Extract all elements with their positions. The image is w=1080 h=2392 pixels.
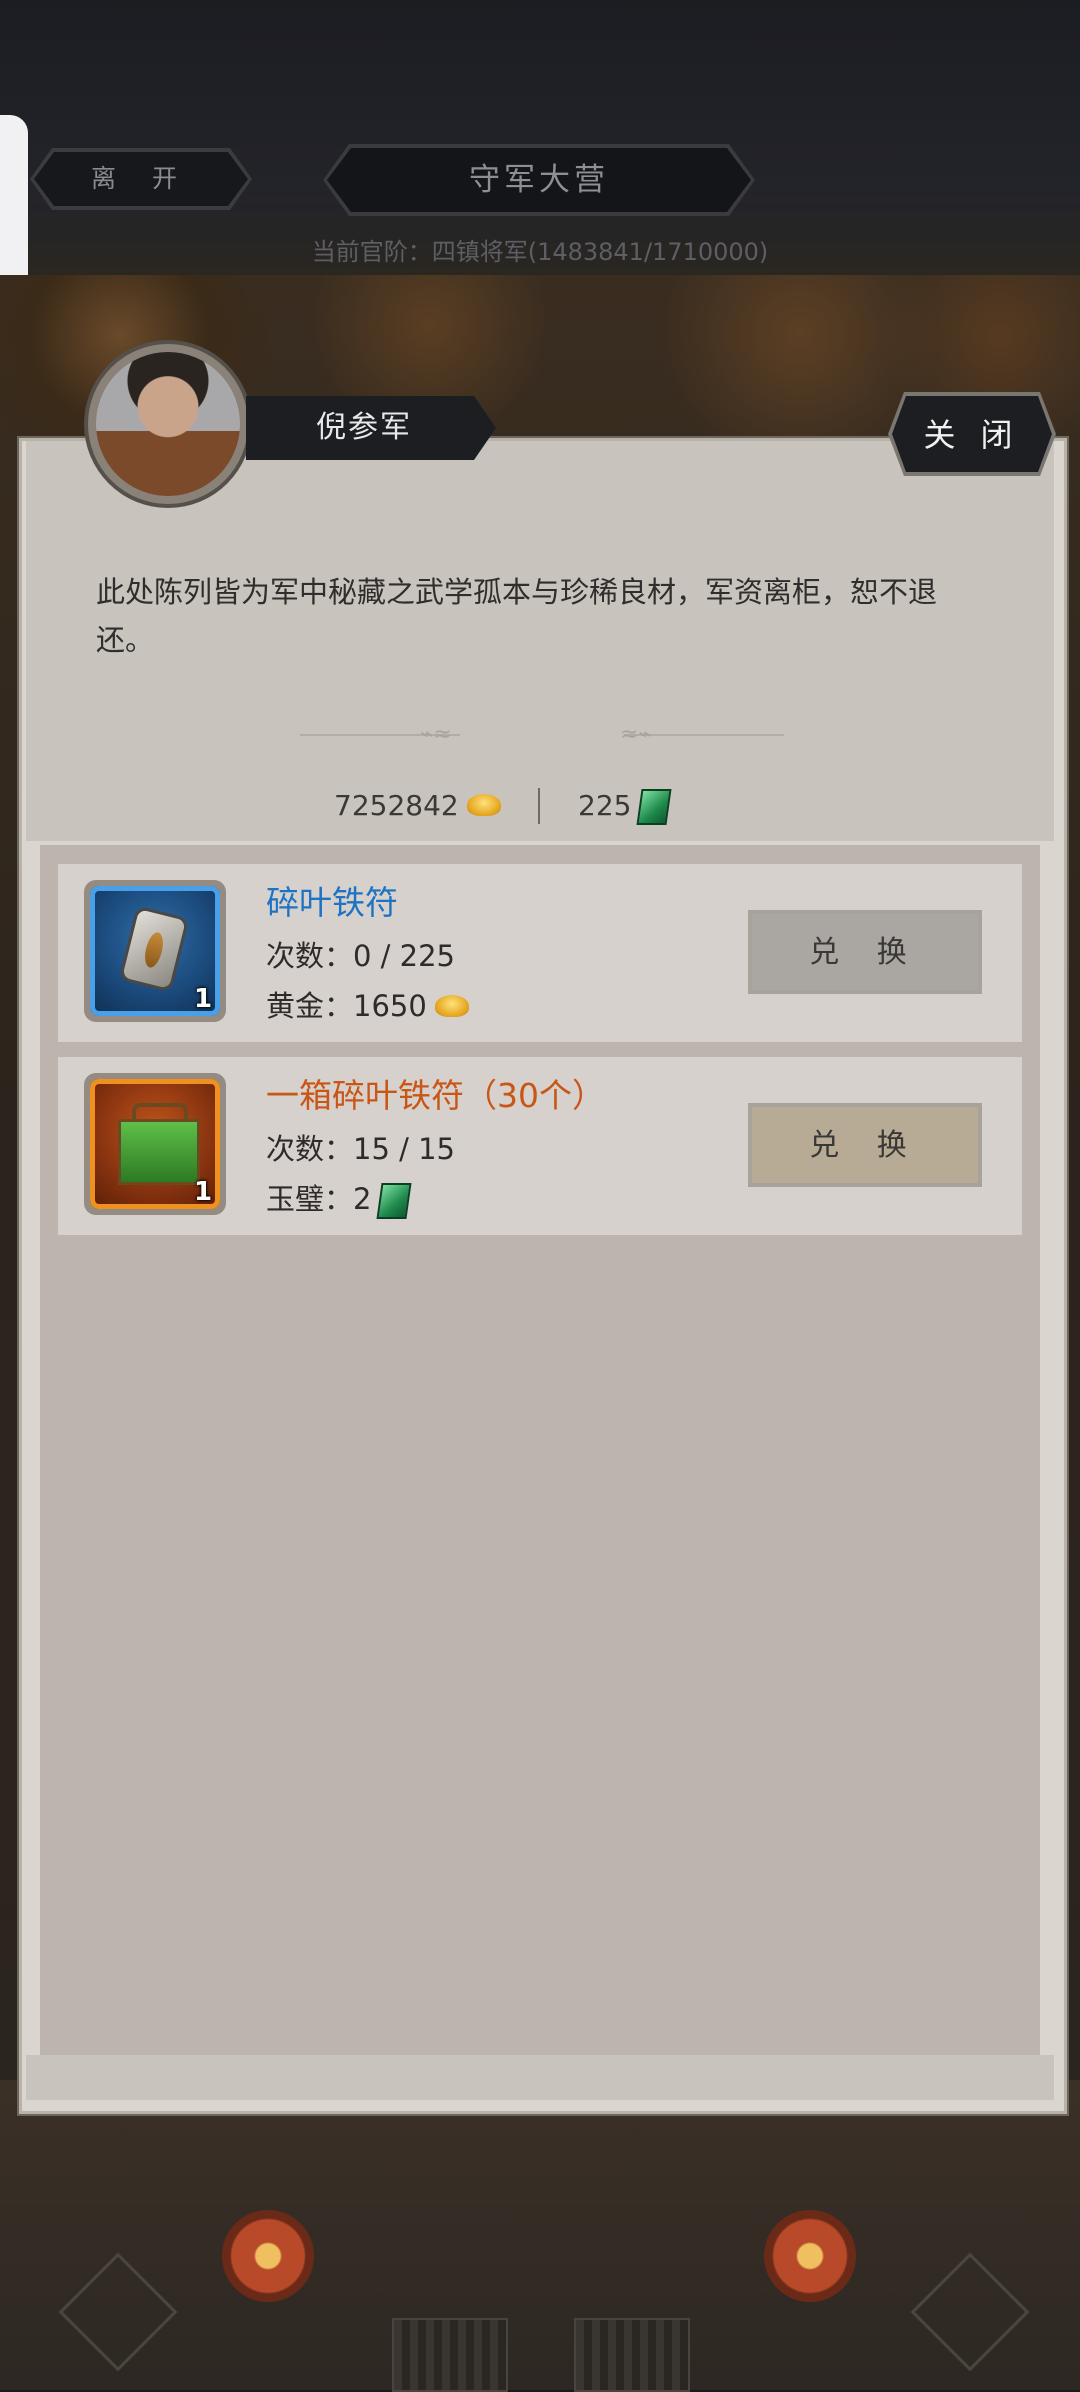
item-count: 次数：0 / 225 xyxy=(266,939,456,973)
item-quantity: 1 xyxy=(194,984,213,1014)
item-quantity: 1 xyxy=(194,1177,213,1207)
exchange-button[interactable]: 兑 换 xyxy=(752,1107,978,1183)
exchange-button[interactable]: 兑 换 xyxy=(752,914,978,990)
item-price-text: 黄金：1650 xyxy=(266,989,427,1023)
flower-decoration xyxy=(764,2210,856,2302)
gold-balance: 7252842 xyxy=(334,786,501,826)
item-price-text: 玉璧：2 xyxy=(266,1182,372,1216)
gate-decoration xyxy=(574,2318,690,2392)
green-crate-icon xyxy=(118,1119,200,1185)
panel-footer xyxy=(26,2055,1054,2100)
camp-title: 守军大营 xyxy=(327,148,751,212)
jade-balance: 225 xyxy=(578,786,672,826)
currency-separator xyxy=(538,788,540,824)
shop-item-row: 1 碎叶铁符 次数：0 / 225 黄金：1650 兑 换 xyxy=(58,864,1022,1042)
divider-ornament-left: ⌁≈ xyxy=(420,722,452,747)
gate-decoration xyxy=(392,2318,508,2392)
npc-name: 倪参军 xyxy=(246,396,496,460)
divider-ornament-right: ≈⌁ xyxy=(620,722,652,747)
gold-ingot-icon xyxy=(434,995,469,1017)
jade-icon xyxy=(636,789,672,825)
gold-amount: 7252842 xyxy=(334,789,459,822)
jade-icon xyxy=(376,1183,412,1219)
close-button[interactable]: 关 闭 xyxy=(892,396,1052,472)
item-price: 玉璧：2 xyxy=(266,1177,412,1221)
item-price: 黄金：1650 xyxy=(266,984,469,1028)
jade-amount: 225 xyxy=(578,789,632,822)
gold-ingot-icon xyxy=(466,794,501,816)
npc-avatar xyxy=(96,352,240,496)
flower-decoration xyxy=(222,2210,314,2302)
item-name: 碎叶铁符 xyxy=(266,883,398,922)
leave-button[interactable]: 离 开 xyxy=(34,152,248,206)
floor-scene xyxy=(0,2080,1080,2390)
shop-item-row: 1 一箱碎叶铁符（30个） 次数：15 / 15 玉璧：2 兑 换 xyxy=(58,1057,1022,1235)
rank-status: 当前官阶：四镇将军(1483841/1710000) xyxy=(311,238,769,266)
shop-description: 此处陈列皆为军中秘藏之武学孤本与珍稀良材，军资离柜，恕不退还。 xyxy=(96,575,938,657)
item-name: 一箱碎叶铁符（30个） xyxy=(266,1076,605,1115)
item-count: 次数：15 / 15 xyxy=(266,1132,456,1166)
